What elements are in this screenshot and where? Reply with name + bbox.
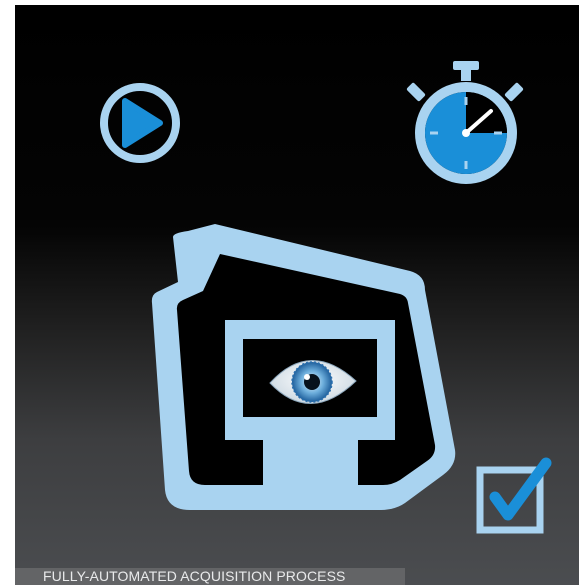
illustration-graphics bbox=[100, 61, 552, 534]
play-icon bbox=[100, 83, 180, 163]
illustration-panel bbox=[15, 5, 579, 585]
caption-text: FULLY-AUTOMATED ACQUISITION PROCESS bbox=[43, 568, 346, 584]
stopwatch-icon bbox=[406, 61, 524, 184]
checked-checkbox-icon bbox=[476, 457, 552, 534]
